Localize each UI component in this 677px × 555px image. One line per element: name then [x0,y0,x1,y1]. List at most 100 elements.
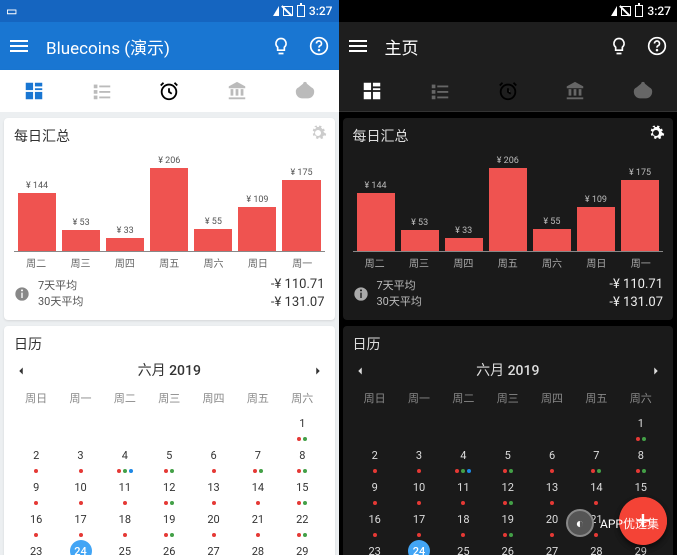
calendar-day[interactable]: 4 [103,442,147,474]
calendar-day[interactable]: 9 [353,474,397,506]
calendar-day[interactable]: 17 [397,506,441,538]
calendar-day[interactable]: 8 [280,442,324,474]
calendar-day[interactable]: 28 [236,538,280,555]
calendar-day[interactable]: 18 [103,506,147,538]
calendar-day[interactable]: 1 [619,410,663,442]
calendar-day[interactable]: 24 [58,538,102,555]
app-title: 主页 [385,34,592,59]
calendar-day[interactable]: 7 [574,442,618,474]
app-title: Bluecoins (演示) [46,34,253,59]
calendar-day[interactable]: 16 [353,506,397,538]
calendar-day[interactable]: 2 [353,442,397,474]
calendar-day[interactable]: 19 [147,506,191,538]
light-pane: ▭ 3:27 Bluecoins (演示) 每日汇总 ¥ 144¥ 53¥ 33… [0,0,339,555]
summary-card: 每日汇总 ¥ 144¥ 53¥ 33¥ 206¥ 55¥ 109¥ 175 周二… [4,118,335,320]
calendar-day[interactable]: 23 [353,538,397,555]
next-month-button[interactable] [311,363,325,377]
calendar-day[interactable]: 26 [147,538,191,555]
info-icon[interactable] [353,286,369,302]
battery-icon [297,5,305,17]
prev-month-button[interactable] [353,363,367,377]
tab-bar [339,70,677,112]
tab-budget[interactable] [294,80,316,102]
calendar-day[interactable]: 4 [441,442,485,474]
tab-reminders[interactable] [497,80,519,102]
calendar-day[interactable]: 19 [486,506,530,538]
tab-accounts[interactable] [226,80,248,102]
menu-button[interactable] [349,40,367,52]
calendar-day[interactable]: 11 [103,474,147,506]
calendar-day[interactable]: 7 [236,442,280,474]
calendar-day[interactable]: 2 [14,442,58,474]
calendar-day[interactable] [103,410,147,442]
calendar-day[interactable] [397,410,441,442]
calendar-header: 六月 2019 [14,360,325,380]
calendar-day[interactable] [353,410,397,442]
tab-dashboard[interactable] [361,80,383,102]
calendar-day[interactable] [14,410,58,442]
calendar-day[interactable]: 5 [147,442,191,474]
calendar-day[interactable]: 12 [486,474,530,506]
info-icon[interactable] [14,286,30,302]
calendar-day[interactable]: 17 [58,506,102,538]
settings-icon[interactable] [309,124,327,142]
calendar-day[interactable] [441,410,485,442]
prev-month-button[interactable] [14,363,28,377]
tab-accounts[interactable] [564,80,586,102]
next-month-button[interactable] [649,363,663,377]
calendar-day[interactable]: 3 [397,442,441,474]
calendar-day[interactable]: 26 [486,538,530,555]
calendar-day[interactable]: 14 [574,474,618,506]
calendar-day[interactable] [530,410,574,442]
tab-dashboard[interactable] [23,80,45,102]
calendar-day[interactable]: 23 [14,538,58,555]
calendar-day[interactable]: 11 [441,474,485,506]
calendar-day[interactable] [236,410,280,442]
calendar-day[interactable]: 25 [103,538,147,555]
calendar-day[interactable]: 15 [280,474,324,506]
calendar-day[interactable]: 24 [397,538,441,555]
calendar-day[interactable]: 12 [147,474,191,506]
tab-reminders[interactable] [158,80,180,102]
tab-budget[interactable] [632,80,654,102]
calendar-day[interactable]: 27 [530,538,574,555]
tab-transactions[interactable] [429,80,451,102]
calendar-day[interactable]: 14 [236,474,280,506]
calendar-day[interactable] [486,410,530,442]
calendar-day[interactable]: 9 [14,474,58,506]
calendar-day[interactable]: 29 [280,538,324,555]
calendar-day[interactable]: 6 [530,442,574,474]
calendar-day[interactable]: 28 [574,538,618,555]
calendar-day[interactable]: 16 [14,506,58,538]
calendar-day[interactable] [147,410,191,442]
tab-transactions[interactable] [91,80,113,102]
calendar-day[interactable]: 27 [191,538,235,555]
calendar-day[interactable] [574,410,618,442]
help-icon[interactable] [647,36,667,56]
calendar-day[interactable]: 3 [58,442,102,474]
calendar-day[interactable]: 18 [441,506,485,538]
calendar-day[interactable]: 20 [191,506,235,538]
calendar-day[interactable]: 22 [280,506,324,538]
settings-icon[interactable] [647,124,665,142]
calendar-day[interactable] [58,410,102,442]
bulb-icon[interactable] [271,36,291,56]
calendar-day[interactable]: 13 [530,474,574,506]
calendar-day[interactable]: 13 [191,474,235,506]
bulb-icon[interactable] [609,36,629,56]
calendar-day[interactable]: 8 [619,442,663,474]
help-icon[interactable] [309,36,329,56]
calendar-day[interactable]: 1 [280,410,324,442]
calendar-day[interactable]: 5 [486,442,530,474]
calendar-day[interactable]: 6 [191,442,235,474]
calendar-grid: 周日周一周二周三周四周五周六12345678910111213141516171… [14,386,325,555]
bar-chart: ¥ 144¥ 53¥ 33¥ 206¥ 55¥ 109¥ 175 [353,152,664,252]
calendar-day[interactable] [191,410,235,442]
calendar-day[interactable]: 25 [441,538,485,555]
calendar-day[interactable]: 10 [58,474,102,506]
month-label: 六月 2019 [138,360,201,380]
menu-button[interactable] [10,40,28,52]
content: 每日汇总 ¥ 144¥ 53¥ 33¥ 206¥ 55¥ 109¥ 175 周二… [339,112,677,555]
calendar-day[interactable]: 21 [236,506,280,538]
calendar-day[interactable]: 10 [397,474,441,506]
